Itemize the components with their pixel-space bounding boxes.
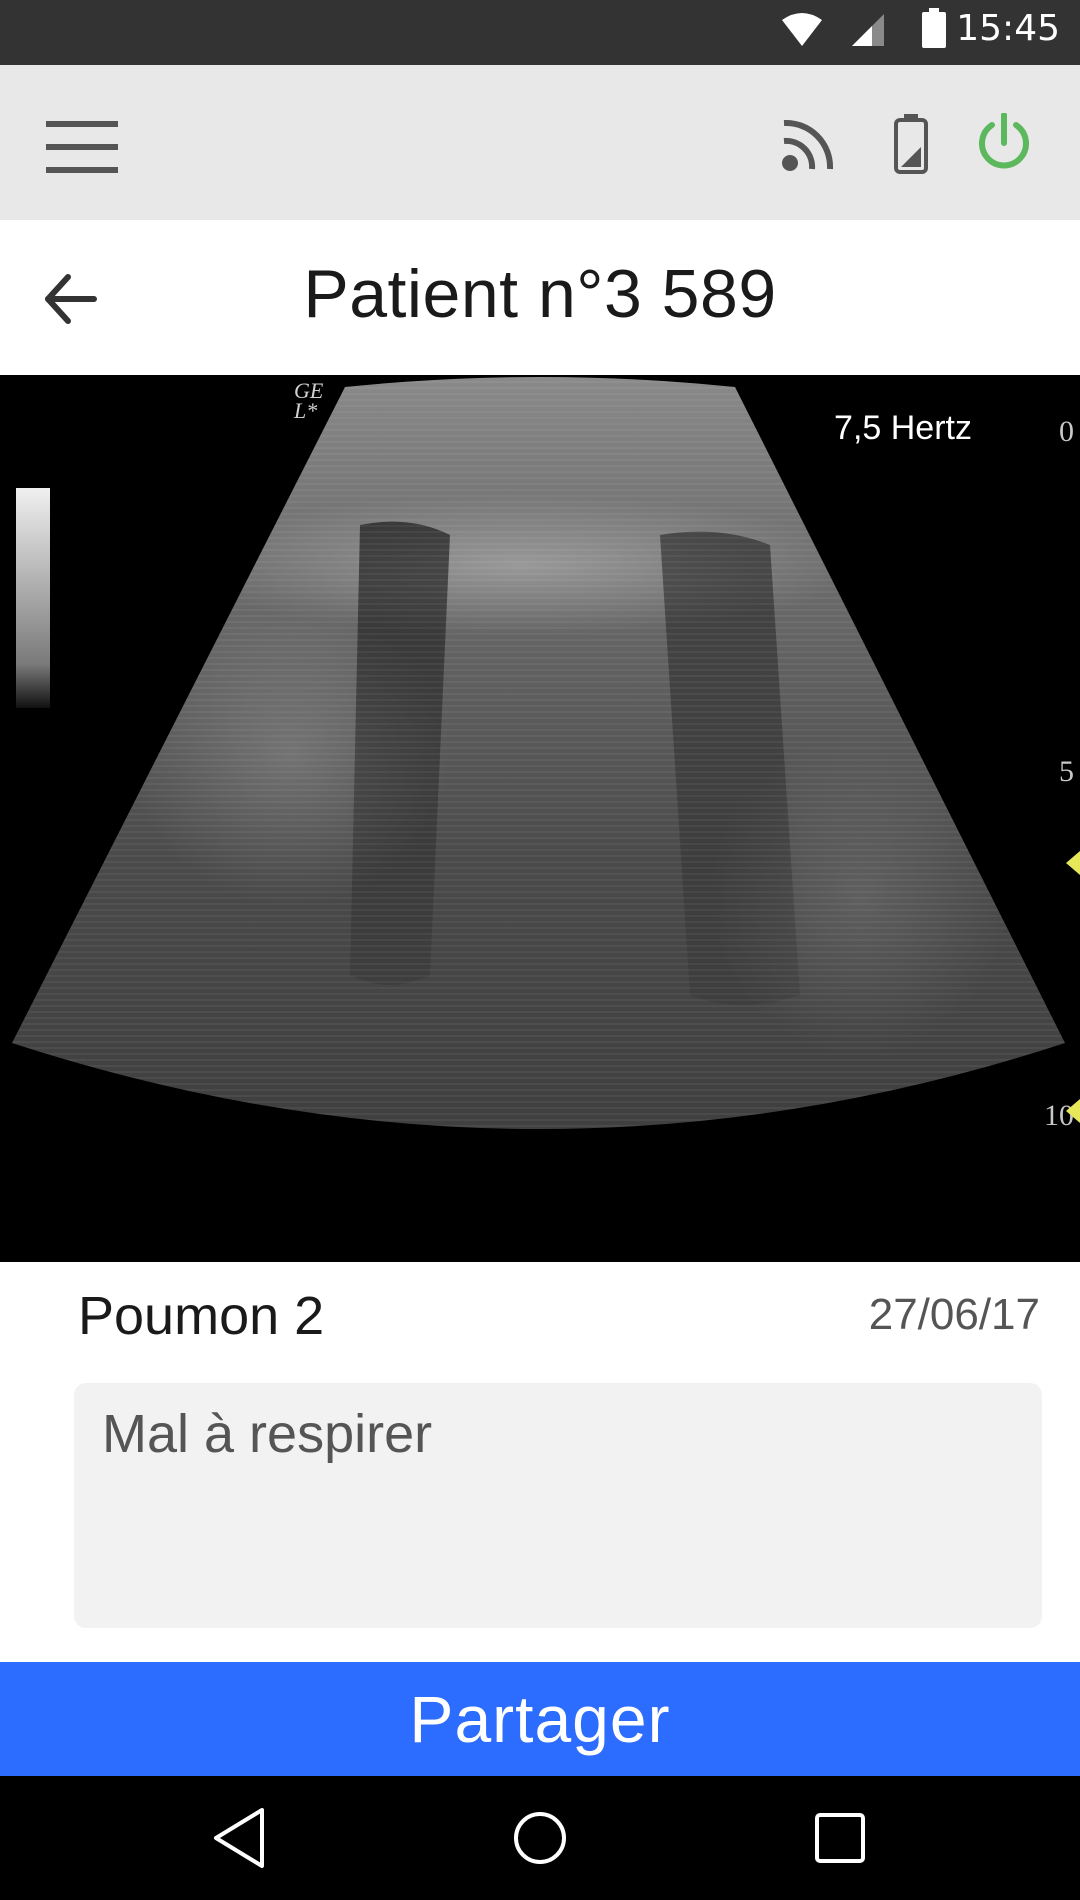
system-nav-bar	[0, 1776, 1080, 1900]
probe-logo-line-2: L*	[294, 398, 318, 423]
note-field[interactable]: Mal à respirer	[74, 1383, 1042, 1628]
record-date: 27/06/17	[868, 1290, 1040, 1339]
ultrasound-image[interactable]: GE L* 7,5 Hertz 0 5 10	[0, 375, 1080, 1262]
focus-marker-1	[1066, 851, 1080, 875]
device-battery-icon[interactable]	[893, 113, 929, 175]
focus-marker-2	[1066, 1099, 1080, 1123]
grayscale-bar	[16, 488, 50, 708]
ultrasound-scan	[12, 377, 1065, 1129]
battery-icon	[922, 8, 946, 48]
title-row: Patient n°3 589	[0, 220, 1080, 375]
cell-signal-icon	[852, 14, 884, 46]
recents-square-icon[interactable]	[814, 1812, 866, 1864]
status-bar: 15:45	[0, 0, 1080, 65]
record-name: Poumon 2	[78, 1286, 325, 1346]
depth-tick-0: 0	[1059, 415, 1074, 448]
app-toolbar	[0, 65, 1080, 220]
home-circle-icon[interactable]	[512, 1810, 568, 1866]
power-icon[interactable]	[976, 113, 1032, 173]
cast-icon[interactable]	[780, 115, 838, 173]
probe-logo: GE L*	[294, 380, 323, 423]
hamburger-menu-icon[interactable]	[46, 121, 118, 173]
depth-tick-5: 5	[1059, 755, 1074, 788]
page-title: Patient n°3 589	[303, 256, 777, 332]
share-button[interactable]: Partager	[0, 1662, 1080, 1776]
back-triangle-icon[interactable]	[210, 1806, 270, 1870]
wifi-icon	[782, 13, 822, 46]
status-time: 15:45	[956, 8, 1060, 49]
frequency-label: 7,5 Hertz	[834, 409, 972, 447]
